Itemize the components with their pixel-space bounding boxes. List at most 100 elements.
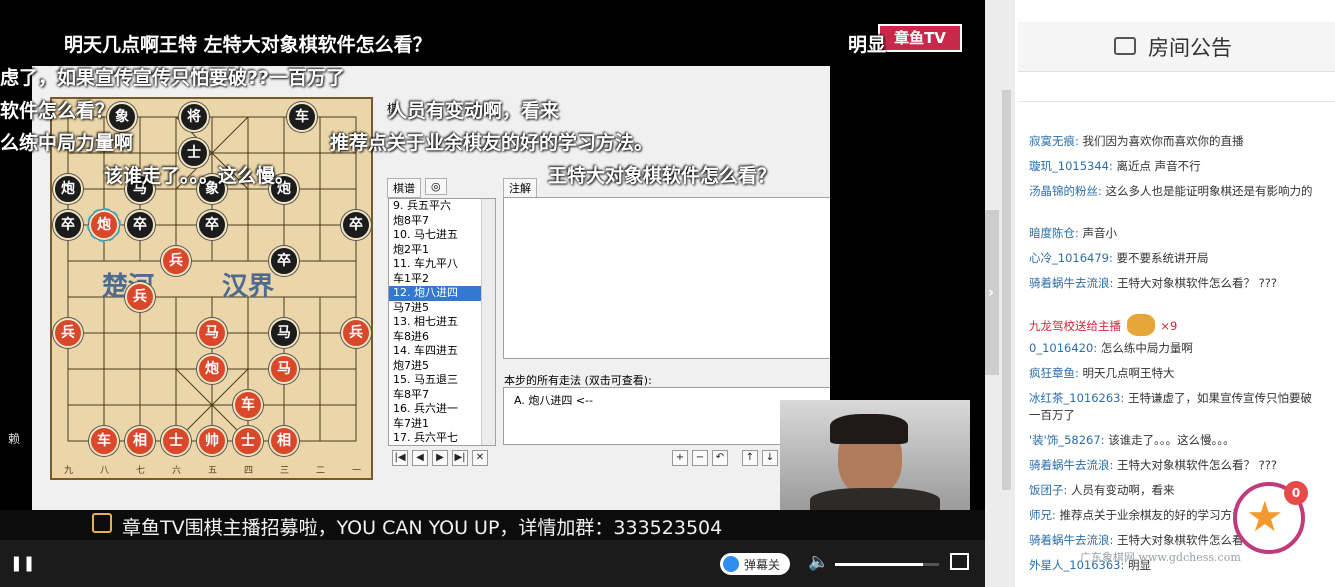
move-item[interactable]: 炮7进5	[389, 359, 495, 374]
chat-nick[interactable]: 寂寞无痕:	[1029, 134, 1079, 148]
chat-nick[interactable]: 骑着蜗牛去流浪:	[1029, 276, 1113, 290]
danmu-comment: 虑了，如果宣传宣传只怕要破??一百万了	[0, 67, 346, 89]
last-move-button[interactable]: ▶|	[452, 450, 468, 466]
piece[interactable]: 兵	[125, 282, 155, 312]
minus-button[interactable]: −	[692, 450, 708, 466]
volume-icon[interactable]: 🔈	[808, 552, 829, 572]
piece[interactable]: 炮	[53, 174, 83, 204]
piece[interactable]: 相	[269, 426, 299, 456]
notice-body	[1018, 72, 1335, 102]
tab-board-record[interactable]: 棋谱	[387, 178, 421, 198]
move-item[interactable]: 10. 马七进五	[389, 228, 495, 243]
page-scrollbar-thumb[interactable]	[1002, 90, 1011, 490]
pause-icon[interactable]: ❚❚	[10, 554, 35, 572]
notes-area[interactable]	[503, 197, 830, 359]
first-move-button[interactable]: |◀	[392, 450, 408, 466]
fullscreen-icon[interactable]	[950, 553, 969, 570]
piece-selected[interactable]: 炮	[87, 208, 121, 242]
move-item[interactable]: 16. 兵六进一	[389, 402, 495, 417]
chat-text: 明天几点啊王特大	[1082, 366, 1175, 380]
move-item[interactable]: 炮8平7	[389, 214, 495, 229]
all-moves-item[interactable]: A. 炮八进四 <--	[514, 394, 593, 407]
danmu-comment: 软件怎么看？	[0, 100, 115, 122]
chat-nick[interactable]: 心冷_1016479:	[1029, 251, 1113, 265]
next-move-button[interactable]: ▶	[432, 450, 448, 466]
piece[interactable]: 兵	[53, 318, 83, 348]
move-item[interactable]: 马7进5	[389, 301, 495, 316]
barrage-toggle[interactable]: 弹幕关	[720, 553, 790, 575]
prev-move-button[interactable]: ◀	[412, 450, 428, 466]
chat-nick[interactable]: '装'饰_58267:	[1029, 433, 1105, 447]
move-item[interactable]: 11. 车九平八	[389, 257, 495, 272]
piece[interactable]: 士	[233, 426, 263, 456]
piece[interactable]: 炮	[197, 354, 227, 384]
notice-icon	[1114, 37, 1136, 55]
piece[interactable]: 马	[197, 318, 227, 348]
move-item[interactable]: 炮2平1	[389, 243, 495, 258]
chat-nick[interactable]: 饭团子:	[1029, 483, 1067, 497]
chat-text: 我们因为喜欢你而喜欢你的直播	[1082, 134, 1244, 148]
chat-nick[interactable]: 冰红茶_1016263:	[1029, 391, 1124, 405]
danmu-comment: 人员有变动啊，看来	[388, 100, 560, 122]
delete-move-button[interactable]: ✕	[472, 450, 488, 466]
piece[interactable]: 卒	[341, 210, 371, 240]
player-controls: ❚❚ 弹幕关 🔈	[0, 540, 985, 587]
chat-text: 王特大对象棋软件怎么看？ ???	[1117, 276, 1277, 290]
chat-nick[interactable]: 璇玑_1015344:	[1029, 159, 1113, 173]
piece[interactable]: 卒	[269, 246, 299, 276]
chat-message: 骑着蜗牛去流浪: 王特大对象棋软件怎么看？ ???	[1029, 457, 1319, 474]
move-list[interactable]: 9. 兵五平六 炮8平7 10. 马七进五 炮2平1 11. 车九平八 车1平2…	[388, 198, 496, 446]
up-button[interactable]: ↑	[742, 450, 758, 466]
move-item[interactable]: 9. 兵五平六	[389, 199, 495, 214]
move-item[interactable]: 17. 兵六平七	[389, 431, 495, 445]
piece[interactable]: 卒	[197, 210, 227, 240]
volume-slider[interactable]	[835, 563, 939, 566]
gift-icon	[1126, 314, 1155, 336]
piece[interactable]: 车	[233, 390, 263, 420]
chat-nick[interactable]: 骑着蜗牛去流浪:	[1029, 458, 1113, 472]
move-item[interactable]: 车8平7	[389, 388, 495, 403]
chat-nick[interactable]: 疯狂章鱼:	[1029, 366, 1079, 380]
video-player[interactable]: 楚河 汉界 九 八 七 六 五 四 三 二 一 将 车 象 士 炮 马 象	[0, 0, 985, 587]
piece[interactable]: 相	[125, 426, 155, 456]
tab-radio[interactable]: ◎	[425, 178, 447, 195]
move-item[interactable]: 车1平2	[389, 272, 495, 287]
piece[interactable]: 将	[179, 102, 209, 132]
piece[interactable]: 兵	[161, 246, 191, 276]
piece[interactable]: 兵	[341, 318, 371, 348]
file-number: 四	[244, 466, 254, 476]
down-button[interactable]: ↓	[762, 450, 778, 466]
piece[interactable]: 卒	[125, 210, 155, 240]
gift-message: 九龙驾校送给主播 ×9	[1029, 314, 1319, 336]
chat-nick[interactable]: 0_1016420:	[1029, 341, 1097, 355]
sidebar-toggle-strip[interactable]: ›	[985, 0, 1015, 587]
river-right-label: 汉界	[222, 272, 275, 302]
chat-text: 离近点 声音不行	[1116, 159, 1201, 173]
move-item[interactable]: 15. 马五退三	[389, 373, 495, 388]
piece[interactable]: 帅	[197, 426, 227, 456]
all-moves-label: 本步的所有走法 (双击可查看):	[504, 374, 652, 387]
move-item[interactable]: 车8进6	[389, 330, 495, 345]
chat-nick[interactable]: 汤晶锦的粉丝:	[1029, 184, 1102, 198]
move-item[interactable]: 车7进1	[389, 417, 495, 432]
move-item-selected[interactable]: 12. 炮八进四	[389, 286, 495, 301]
add-button[interactable]: +	[672, 450, 688, 466]
undo-button[interactable]: ↶	[712, 450, 728, 466]
piece[interactable]: 车	[287, 102, 317, 132]
piece[interactable]: 车	[89, 426, 119, 456]
tab-notes[interactable]: 注解	[503, 178, 537, 198]
piece[interactable]: 马	[269, 318, 299, 348]
move-list-scrollbar[interactable]	[481, 199, 495, 445]
chevron-right-icon[interactable]: ›	[988, 283, 994, 301]
gift-sender[interactable]: 九龙驾校送给主播	[1029, 319, 1121, 333]
chat-nick[interactable]: 骑着蜗牛去流浪:	[1029, 533, 1113, 547]
move-item[interactable]: 13. 相七进五	[389, 315, 495, 330]
piece[interactable]: 马	[269, 354, 299, 384]
piece[interactable]: 卒	[53, 210, 83, 240]
danmu-comment: 王特大对象棋软件怎么看？	[548, 165, 777, 187]
piece[interactable]: 士	[161, 426, 191, 456]
move-item[interactable]: 14. 车四进五	[389, 344, 495, 359]
chat-nick[interactable]: 师兄:	[1029, 508, 1056, 522]
watermark-text: 广东象棋网 www.gdchess.com	[1080, 551, 1241, 564]
chat-nick[interactable]: 暗度陈仓:	[1029, 226, 1079, 240]
